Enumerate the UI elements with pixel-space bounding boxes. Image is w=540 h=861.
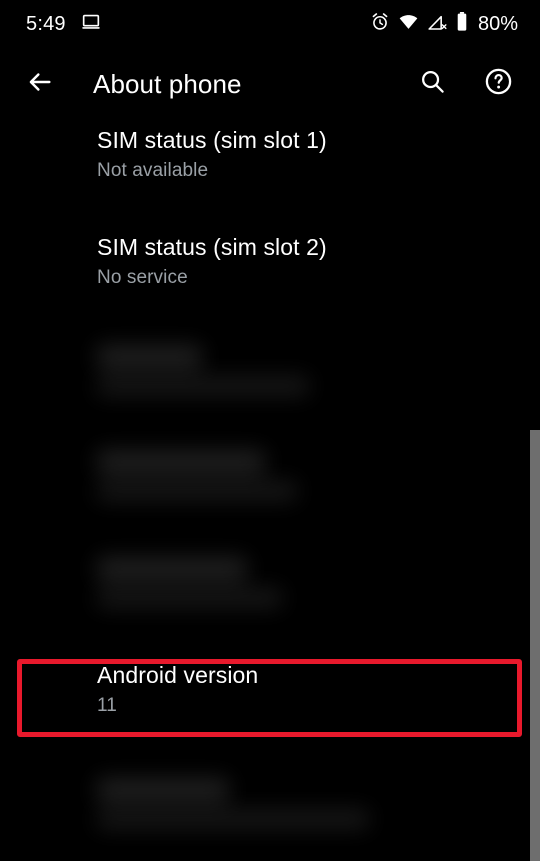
search-button[interactable]: [406, 58, 458, 110]
back-arrow-icon: [26, 68, 54, 101]
list-item-subtitle: 11: [97, 695, 117, 716]
app-bar: About phone: [0, 48, 540, 120]
search-icon: [419, 68, 446, 100]
list-item-android-version[interactable]: Android version 11: [0, 660, 540, 719]
scrollbar-thumb[interactable]: [530, 430, 540, 861]
status-bar-right: 80%: [370, 11, 518, 37]
list-item-title: SIM status (sim slot 1): [97, 127, 327, 153]
help-circle-icon: [484, 67, 513, 101]
cellular-no-service-icon: [427, 12, 447, 37]
about-phone-list[interactable]: SIM status (sim slot 1) Not available SI…: [0, 120, 540, 861]
alarm-clock-icon: [370, 12, 390, 37]
status-bar: 5:49 80%: [0, 0, 540, 48]
status-bar-clock: 5:49: [26, 13, 66, 35]
battery-icon: [455, 11, 469, 37]
list-item-subtitle: No service: [97, 267, 188, 288]
status-bar-left: 5:49: [26, 11, 102, 38]
list-item-title: SIM status (sim slot 2): [97, 234, 327, 260]
scrollbar[interactable]: [530, 0, 540, 861]
list-item-redacted[interactable]: [0, 345, 540, 396]
back-button[interactable]: [12, 56, 68, 112]
wifi-icon: [398, 12, 419, 37]
list-item-sim-status-1[interactable]: SIM status (sim slot 1) Not available: [0, 125, 540, 184]
list-item-subtitle: Not available: [97, 160, 209, 181]
list-item-title: Android version: [97, 662, 259, 688]
help-button[interactable]: [472, 58, 524, 110]
laptop-screen-icon: [80, 11, 102, 38]
list-item-redacted[interactable]: [0, 557, 540, 608]
list-item-sim-status-2[interactable]: SIM status (sim slot 2) No service: [0, 232, 540, 291]
list-item-redacted[interactable]: [0, 778, 540, 829]
page-title: About phone: [93, 68, 242, 99]
list-item-redacted[interactable]: [0, 450, 540, 501]
battery-percent-label: 80%: [477, 13, 518, 35]
